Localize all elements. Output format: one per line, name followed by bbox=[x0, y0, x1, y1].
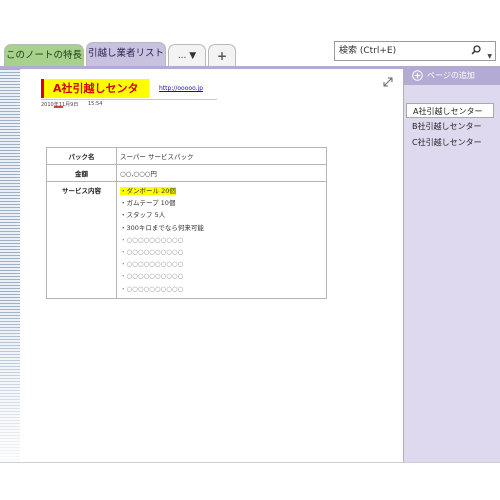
list-item: ・○○○○○○○○○○ bbox=[120, 235, 184, 244]
add-page-button[interactable]: ページの追加 bbox=[403, 66, 500, 85]
table-row: パック名 スーパー サービスパック bbox=[46, 147, 327, 165]
search-icon[interactable] bbox=[471, 45, 481, 55]
page-title[interactable]: A社引越しセンター bbox=[41, 79, 149, 114]
service-list[interactable]: ・ダンボール 20個 ・ガムテープ 10個 ・スタッフ 5人 ・300キロまでな… bbox=[116, 181, 327, 299]
page-item-c[interactable]: C社引越しセンター bbox=[406, 135, 494, 150]
list-item: ・○○○○○○○○○○ bbox=[120, 272, 184, 281]
list-item: ・○○○○○○○○○○ bbox=[120, 260, 184, 269]
add-page-label: ページの追加 bbox=[427, 71, 475, 80]
page-item-b[interactable]: B社引越しセンター bbox=[406, 119, 494, 134]
add-section-button[interactable]: + bbox=[208, 44, 236, 66]
info-table[interactable]: パック名 スーパー サービスパック 金額 ○○,○○○円 サービス内容 ・ダンボ… bbox=[46, 147, 327, 299]
page-date: 2010年11月9日 bbox=[41, 102, 79, 108]
title-underline bbox=[41, 99, 217, 100]
notebook-edge-fade bbox=[0, 300, 20, 462]
table-row: サービス内容 ・ダンボール 20個 ・ガムテープ 10個 ・スタッフ 5人 ・3… bbox=[46, 181, 327, 299]
list-item: ・○○○○○○○○○○ bbox=[120, 284, 184, 293]
table-row: 金額 ○○,○○○円 bbox=[46, 164, 327, 182]
page-item-a[interactable]: A社引越しセンター bbox=[406, 103, 494, 118]
list-item: ・ダンボール 20個 bbox=[120, 185, 326, 197]
search-box[interactable]: 検索 (Ctrl+E) ▼ bbox=[334, 41, 496, 61]
list-item: ・300キロまでなら何来可能 bbox=[120, 223, 204, 232]
more-tabs-button[interactable]: ... ▼ bbox=[168, 44, 206, 66]
search-placeholder: 検索 (Ctrl+E) bbox=[339, 46, 397, 56]
page-link[interactable]: http://ooooo.jp bbox=[159, 85, 203, 92]
list-item: ・スタッフ 5人 bbox=[120, 211, 166, 220]
table-label: サービス内容 bbox=[46, 181, 117, 299]
table-label: パック名 bbox=[46, 147, 117, 165]
table-value[interactable]: ○○,○○○円 bbox=[116, 164, 327, 182]
tab-moving-company-list[interactable]: 引越し業者リスト bbox=[86, 42, 166, 66]
highlighted-text: ・ダンボール 20個 bbox=[120, 187, 176, 195]
page-canvas[interactable]: A社引越しセンター http://ooooo.jp 2010年11月9日 15:… bbox=[20, 69, 402, 462]
add-circle-icon bbox=[412, 70, 423, 81]
expand-icon[interactable] bbox=[383, 77, 393, 87]
list-item: ・ガムテープ 10個 bbox=[120, 199, 176, 208]
table-value[interactable]: スーパー サービスパック bbox=[116, 147, 327, 165]
page-time: 15:54 bbox=[88, 101, 103, 107]
section-tab-bar: このノートの特長 引越し業者リスト ... ▼ + 検索 (Ctrl+E) ▼ bbox=[0, 0, 500, 66]
tab-notebook-features[interactable]: このノートの特長 bbox=[4, 44, 84, 66]
list-item: ・○○○○○○○○○○ bbox=[120, 247, 184, 256]
bottom-divider bbox=[0, 462, 500, 463]
search-scope-dropdown-icon[interactable]: ▼ bbox=[487, 48, 492, 66]
table-label: 金額 bbox=[46, 164, 117, 182]
